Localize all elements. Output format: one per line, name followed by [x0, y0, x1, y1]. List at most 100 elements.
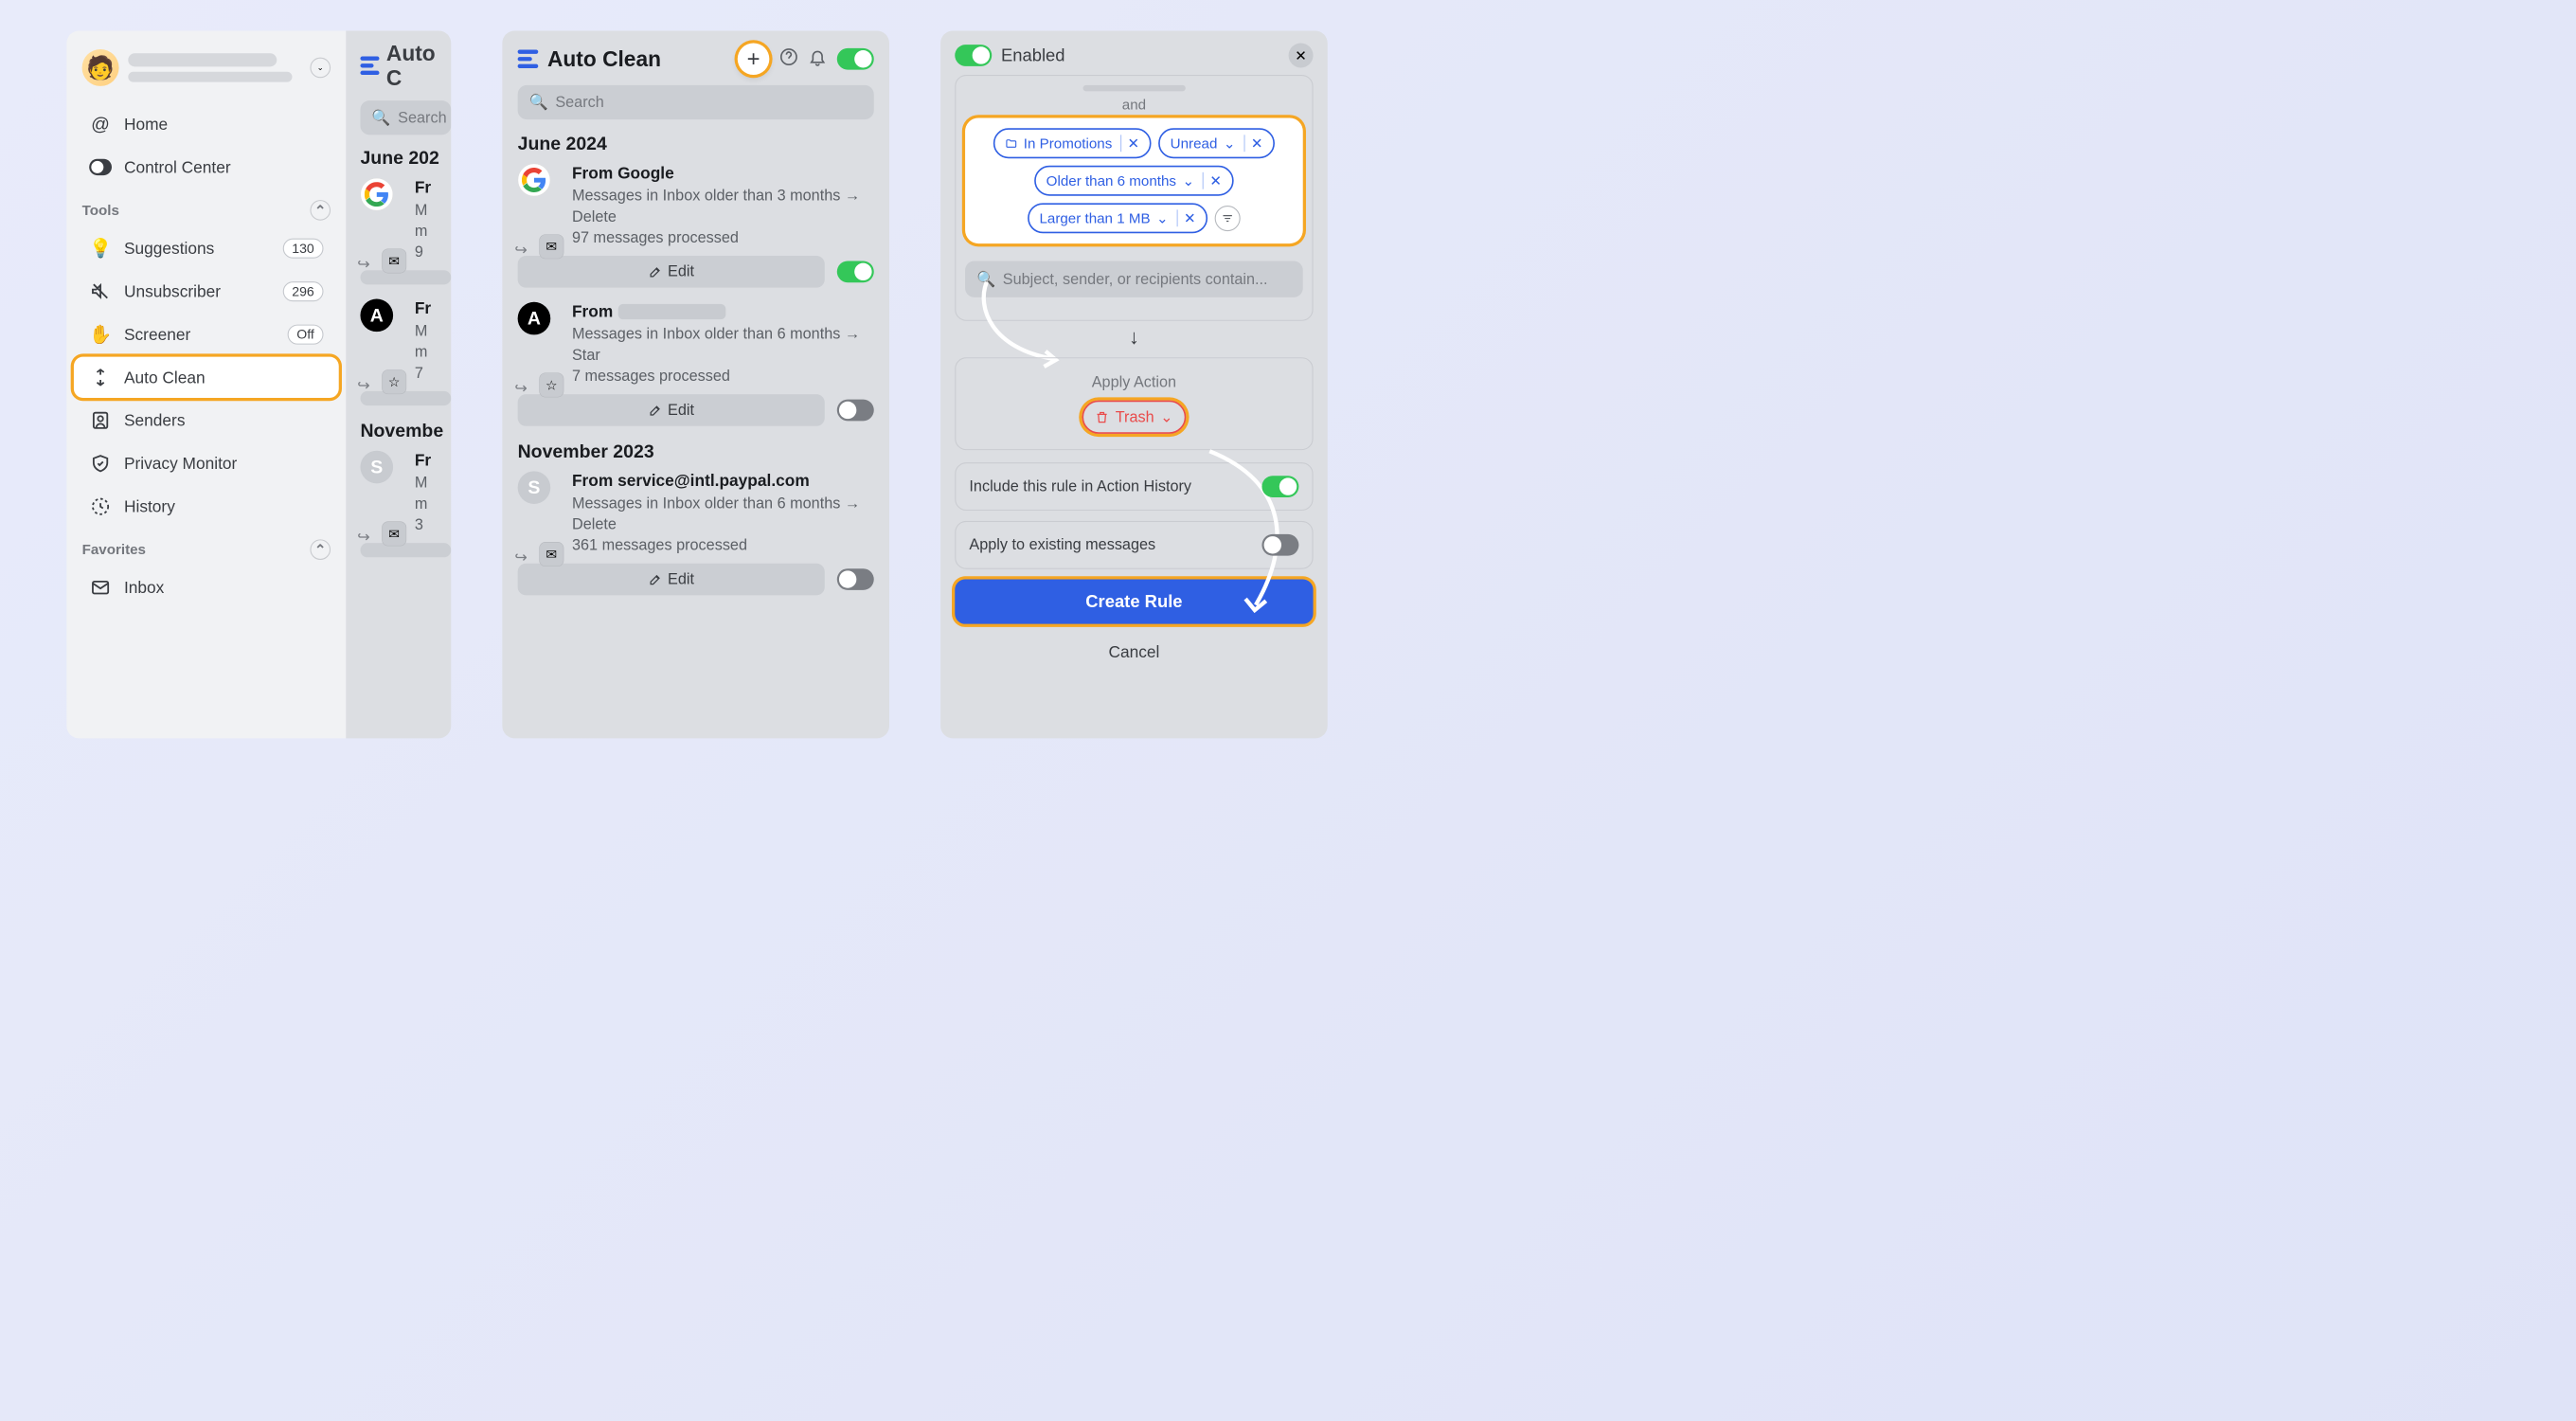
tools-header[interactable]: Tools ⌃: [66, 189, 346, 225]
nav-label: Screener: [124, 325, 276, 344]
auto-clean-icon: [89, 366, 112, 388]
rule-description: Messages in Inbox older than 3 months → …: [572, 186, 874, 227]
action-box: Apply Action Trash ⌄: [955, 357, 1313, 450]
month-header: November 2023: [518, 441, 874, 462]
rule-card[interactable]: S ↪ ✉ Fr M m 3: [360, 451, 451, 534]
nav-suggestions[interactable]: 💡 Suggestions 130: [74, 227, 339, 268]
rule-toggle[interactable]: [837, 400, 874, 422]
nav-label: Unsubscriber: [124, 281, 271, 300]
edit-button[interactable]: Edit: [518, 256, 825, 288]
nav-inbox[interactable]: Inbox: [74, 567, 339, 608]
chip-older[interactable]: Older than 6 months ⌄ ✕: [1034, 166, 1233, 196]
include-history-row: Include this rule in Action History: [955, 462, 1313, 511]
add-rule-button[interactable]: +: [738, 43, 770, 75]
sidebar: 🧑 ⌄ @ Home Control Center Tools ⌃ �: [66, 30, 346, 738]
chevron-down-icon[interactable]: ⌄: [310, 58, 331, 79]
favorites-header[interactable]: Favorites ⌃: [66, 530, 346, 566]
remove-chip-icon[interactable]: ✕: [1203, 172, 1222, 189]
inbox-icon: [89, 576, 112, 599]
rule-toggle[interactable]: [837, 568, 874, 590]
more-filters-button[interactable]: [1215, 206, 1241, 231]
mail-archive-icon: ✉: [382, 248, 406, 273]
google-avatar: [518, 164, 551, 197]
lightbulb-icon: 💡: [89, 237, 112, 260]
apply-action-label: Apply Action: [968, 374, 1299, 391]
at-icon: @: [89, 113, 112, 135]
sender-avatar: A: [360, 299, 393, 333]
nav-history[interactable]: History: [74, 486, 339, 527]
apply-existing-toggle[interactable]: [1261, 534, 1298, 556]
chevron-down-icon: ⌄: [1156, 209, 1169, 226]
search-icon: 🔍: [371, 109, 390, 127]
star-icon: ☆: [382, 369, 406, 394]
nav-label: History: [124, 497, 175, 516]
edit-button[interactable]: [360, 270, 451, 284]
chevron-up-icon[interactable]: ⌃: [310, 539, 331, 560]
action-trash-chip[interactable]: Trash ⌄: [1082, 401, 1187, 434]
month-header: June 2024: [518, 133, 874, 154]
sender-redacted: [618, 304, 726, 319]
chevron-up-icon[interactable]: ⌃: [310, 200, 331, 221]
nav-home[interactable]: @ Home: [74, 103, 339, 144]
include-history-toggle[interactable]: [1261, 476, 1298, 497]
create-rule-button[interactable]: Create Rule: [955, 580, 1313, 624]
sender-avatar: S: [360, 451, 393, 484]
rule-card[interactable]: A ↪ ☆ Fr M m 7: [360, 299, 451, 383]
control-center-icon: [89, 156, 112, 179]
drag-handle-icon: [1082, 85, 1185, 91]
help-icon[interactable]: [779, 47, 797, 70]
account-email-redacted: [128, 72, 292, 82]
nav-screener[interactable]: ✋ Screener Off: [74, 314, 339, 354]
nav-label: Auto Clean: [124, 368, 206, 387]
trash-icon: [1095, 410, 1109, 424]
rule-card[interactable]: ↪ ✉ From Google Messages in Inbox older …: [518, 164, 874, 247]
reply-arrow-icon: ↪: [514, 379, 528, 397]
remove-chip-icon[interactable]: ✕: [1243, 135, 1262, 152]
rule-toggle[interactable]: [837, 261, 874, 282]
rule-editor: Enabled ✕ and In Promotions ✕ Unread ⌄ ✕…: [940, 30, 1328, 738]
main-panel: Auto Clean + 🔍 Search June 2024: [502, 30, 889, 738]
account-name-redacted: [128, 53, 277, 66]
bell-icon[interactable]: [808, 47, 826, 70]
edit-button[interactable]: Edit: [518, 564, 825, 596]
brand-icon: [360, 57, 379, 75]
remove-chip-icon[interactable]: ✕: [1176, 209, 1195, 226]
brand-icon: [518, 49, 539, 67]
search-input[interactable]: 🔍 Search: [518, 85, 874, 119]
chip-in-promotions[interactable]: In Promotions ✕: [993, 128, 1152, 158]
rule-card[interactable]: S ↪ ✉ From service@intl.paypal.com Messa…: [518, 471, 874, 554]
edit-button[interactable]: Edit: [518, 394, 825, 426]
edit-button[interactable]: [360, 391, 451, 405]
nav-unsubscriber[interactable]: Unsubscriber 296: [74, 271, 339, 312]
close-button[interactable]: ✕: [1289, 43, 1314, 67]
account-row[interactable]: 🧑 ⌄: [66, 40, 346, 101]
chip-larger[interactable]: Larger than 1 MB ⌄ ✕: [1028, 203, 1208, 233]
master-toggle[interactable]: [837, 48, 874, 70]
chip-unread[interactable]: Unread ⌄ ✕: [1158, 128, 1275, 158]
reply-arrow-icon: ↪: [357, 376, 370, 394]
status-badge: Off: [288, 324, 324, 344]
nav-label: Privacy Monitor: [124, 454, 237, 473]
rule-description: Messages in Inbox older than 6 months → …: [572, 494, 874, 535]
nav-auto-clean[interactable]: Auto Clean: [74, 357, 339, 398]
chevron-down-icon: ⌄: [1160, 408, 1173, 426]
edit-button[interactable]: [360, 543, 451, 557]
nav-privacy-monitor[interactable]: Privacy Monitor: [74, 443, 339, 484]
nav-control-center[interactable]: Control Center: [74, 147, 339, 188]
list-sliver: Auto C 🔍 Search June 202 ↪ ✉ Fr M m: [346, 30, 451, 738]
rule-card[interactable]: ↪ ✉ Fr M m 9: [360, 178, 451, 261]
chevron-down-icon: ⌄: [1182, 172, 1194, 189]
remove-chip-icon[interactable]: ✕: [1120, 135, 1139, 152]
mail-archive-icon: ✉: [382, 521, 406, 546]
condition-and: and: [965, 97, 1303, 113]
enabled-toggle[interactable]: [955, 45, 992, 66]
cancel-button[interactable]: Cancel: [955, 634, 1313, 669]
contacts-icon: [89, 409, 112, 432]
nav-senders[interactable]: Senders: [74, 400, 339, 441]
rule-stats: 7 messages processed: [572, 368, 874, 385]
search-icon: 🔍: [529, 93, 548, 111]
rule-stats: 97 messages processed: [572, 229, 874, 246]
subject-search-input[interactable]: 🔍 Subject, sender, or recipients contain…: [965, 261, 1303, 297]
rule-card[interactable]: A ↪ ☆ From Messages in Inbox older than …: [518, 302, 874, 386]
flow-arrow-icon: ↓: [955, 326, 1313, 349]
